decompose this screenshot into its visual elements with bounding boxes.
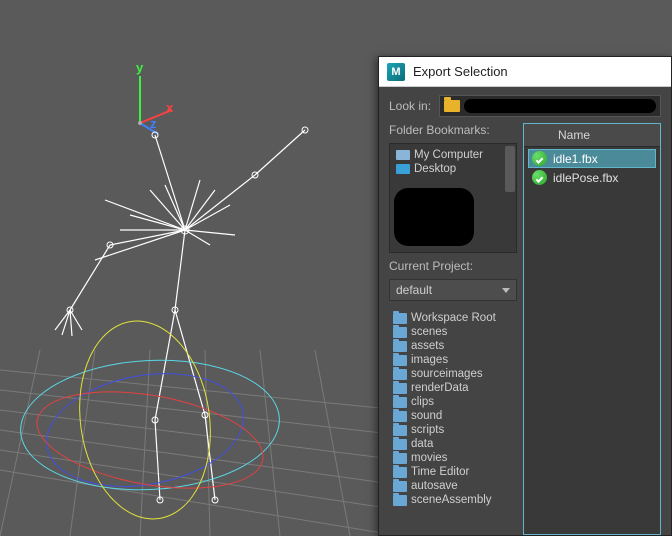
project-folder-item[interactable]: assets: [391, 339, 517, 353]
current-project-select[interactable]: default: [389, 279, 517, 301]
manipulator-ring-blue: [37, 358, 253, 501]
chevron-down-icon: [502, 288, 510, 293]
project-folder-item[interactable]: scripts: [391, 423, 517, 437]
scrollbar-thumb[interactable]: [505, 146, 515, 192]
project-folder-label: sound: [411, 410, 442, 422]
skeleton-rig: [0, 0, 400, 536]
project-folder-label: scenes: [411, 326, 447, 338]
file-name: idle1.fbx: [553, 152, 598, 166]
manipulator-ring-red: [29, 376, 271, 505]
project-folder-label: autosave: [411, 480, 458, 492]
project-folder-label: scripts: [411, 424, 444, 436]
project-folder-label: sceneAssembly: [411, 494, 492, 506]
axis-x-label: x: [166, 100, 173, 115]
folder-icon: [393, 467, 407, 478]
file-list[interactable]: idle1.fbx idlePose.fbx: [524, 147, 660, 534]
project-folder-label: images: [411, 354, 448, 366]
project-folder-item[interactable]: renderData: [391, 381, 517, 395]
project-folder-item[interactable]: Workspace Root: [391, 311, 517, 325]
axis-z-label: z: [150, 116, 157, 131]
folder-icon: [393, 439, 407, 450]
folder-icon: [444, 100, 460, 112]
project-folder-item[interactable]: sourceimages: [391, 367, 517, 381]
export-selection-dialog: M Export Selection Look in: Folder Bookm…: [378, 56, 672, 536]
project-folder-item[interactable]: images: [391, 353, 517, 367]
file-row[interactable]: idle1.fbx: [528, 149, 656, 168]
redacted-bookmarks: [394, 188, 474, 246]
folder-icon: [393, 355, 407, 366]
project-folder-label: assets: [411, 340, 444, 352]
folder-icon: [393, 383, 407, 394]
current-project-value: default: [396, 283, 432, 297]
folder-icon: [393, 369, 407, 380]
project-folder-item[interactable]: Time Editor: [391, 465, 517, 479]
project-folder-item[interactable]: sound: [391, 409, 517, 423]
current-project-label: Current Project:: [389, 259, 517, 273]
dialog-title: Export Selection: [413, 64, 508, 79]
file-name: idlePose.fbx: [553, 171, 618, 185]
bookmark-desktop[interactable]: Desktop: [394, 162, 512, 176]
project-folder-item[interactable]: movies: [391, 451, 517, 465]
fbx-file-icon: [532, 151, 547, 166]
project-folder-item[interactable]: autosave: [391, 479, 517, 493]
bookmark-my-computer[interactable]: My Computer: [394, 148, 512, 162]
bookmark-label: Desktop: [414, 163, 456, 175]
folder-bookmarks-list[interactable]: My Computer Desktop: [389, 143, 517, 253]
folder-icon: [393, 313, 407, 324]
lookin-path-field[interactable]: [439, 95, 661, 117]
project-folder-item[interactable]: scenes: [391, 325, 517, 339]
project-folder-label: Workspace Root: [411, 312, 496, 324]
project-folder-item[interactable]: sceneAssembly: [391, 493, 517, 507]
ground-grid: [0, 350, 400, 536]
bookmarks-label: Folder Bookmarks:: [389, 123, 517, 137]
drive-icon: [396, 150, 410, 160]
folder-icon: [393, 397, 407, 408]
project-folder-label: sourceimages: [411, 368, 483, 380]
manipulator-ring-yellow: [67, 312, 224, 528]
redacted-path: [464, 99, 656, 113]
folder-icon: [393, 411, 407, 422]
project-folder-item[interactable]: data: [391, 437, 517, 451]
folder-icon: [393, 327, 407, 338]
fbx-file-icon: [532, 170, 547, 185]
monitor-icon: [396, 164, 410, 174]
axis-y-label: y: [136, 60, 143, 75]
folder-icon: [393, 453, 407, 464]
project-folder-item[interactable]: clips: [391, 395, 517, 409]
manipulator-ring-cyan: [17, 353, 283, 496]
bookmark-label: My Computer: [414, 149, 483, 161]
project-folder-label: movies: [411, 452, 447, 464]
project-folder-label: renderData: [411, 382, 469, 394]
dialog-titlebar[interactable]: M Export Selection: [379, 57, 671, 87]
file-row[interactable]: idlePose.fbx: [528, 168, 656, 187]
file-browser-panel: Name idle1.fbx idlePose.fbx: [523, 123, 661, 535]
project-folder-label: Time Editor: [411, 466, 469, 478]
folder-icon: [393, 495, 407, 506]
folder-icon: [393, 481, 407, 492]
folder-icon: [393, 341, 407, 352]
column-header-name[interactable]: Name: [524, 124, 660, 147]
folder-icon: [393, 425, 407, 436]
project-folder-list[interactable]: Workspace Root scenes assets images sour…: [389, 307, 517, 535]
maya-app-icon: M: [387, 63, 405, 81]
project-folder-label: clips: [411, 396, 434, 408]
project-folder-label: data: [411, 438, 433, 450]
lookin-label: Look in:: [389, 99, 431, 113]
